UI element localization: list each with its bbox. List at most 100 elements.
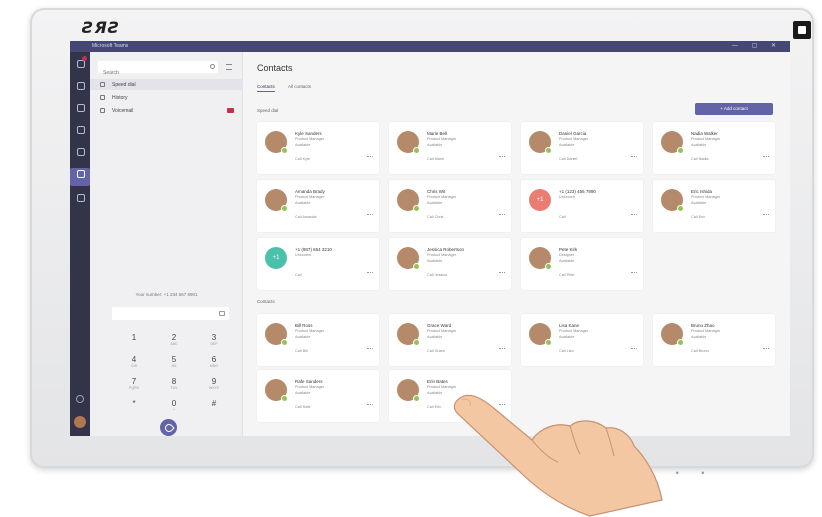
photo-stage: ƧЯƧ • • • Microsoft Teams — ▢ ✕ Search S… [0, 0, 822, 517]
call-link[interactable]: Call Daniel [559, 157, 577, 161]
files-icon[interactable] [74, 146, 86, 158]
call-link[interactable]: Call [295, 273, 302, 277]
contact-name: Jessica Robertson [427, 247, 465, 252]
call-link[interactable]: Call Eric [691, 215, 705, 219]
contact-card[interactable]: Lisa Kane Product Manager Available Call Li… [521, 314, 643, 366]
key-4[interactable]: 4 GHI [123, 355, 145, 375]
contact-card[interactable]: Daniel Garcia Product Manager Available Cal… [521, 122, 643, 174]
call-link[interactable]: Call Amanda [295, 215, 317, 219]
presence-icon [281, 205, 288, 212]
page-title: Contacts [257, 63, 293, 73]
more-options-icon[interactable] [499, 156, 505, 159]
key-9[interactable]: 9 WXYZ [203, 377, 225, 397]
call-link[interactable]: Call Kyle [295, 157, 310, 161]
more-options-icon[interactable] [367, 214, 373, 217]
call-link[interactable]: Call Nadia [691, 157, 709, 161]
search-icon[interactable] [210, 64, 215, 69]
contact-status: Available [427, 335, 443, 339]
more-options-icon[interactable] [367, 272, 373, 275]
more-options-icon[interactable] [367, 348, 373, 351]
contact-card[interactable]: Eric Ishida Product Manager Available Call … [653, 180, 775, 232]
contact-role: Product Manager [295, 195, 325, 199]
key-7[interactable]: 7 PQRS [123, 377, 145, 397]
dial-number-field[interactable] [112, 307, 229, 326]
more-options-icon[interactable] [631, 272, 637, 275]
call-link[interactable]: Call Lisa [559, 349, 574, 353]
tab-all-contacts[interactable]: All contacts [288, 84, 311, 91]
presence-icon [281, 395, 288, 402]
window-controls[interactable]: — ▢ ✕ [732, 42, 782, 49]
search-box[interactable] [98, 61, 218, 79]
contact-role: Product Manager [691, 195, 721, 199]
calendar-icon[interactable] [74, 124, 86, 136]
key-star[interactable]: * [123, 399, 145, 419]
call-link[interactable]: Call Pete [559, 273, 574, 277]
contact-card[interactable]: Grace Ward Product Manager Available Call G… [389, 314, 511, 366]
teams-icon[interactable] [74, 102, 86, 114]
call-button[interactable] [160, 419, 177, 436]
user-avatar[interactable] [74, 416, 86, 428]
contact-card[interactable]: +1 +1 (123) 456 7890 Unknown Call [521, 180, 643, 232]
contact-card[interactable]: Bruno Zhao Product Manager Available Call B… [653, 314, 775, 366]
call-link[interactable]: Call Chris [427, 215, 443, 219]
activity-icon[interactable] [74, 56, 87, 70]
contact-role: Product Manager [427, 195, 457, 199]
more-options-icon[interactable] [631, 348, 637, 351]
more-options-icon[interactable] [499, 348, 505, 351]
more-options-icon[interactable] [631, 214, 637, 217]
contact-card[interactable]: Jessica Robertson Product Manager Availabl… [389, 238, 511, 290]
more-options-icon[interactable] [367, 404, 373, 407]
more-options-icon[interactable] [499, 214, 505, 217]
contact-card[interactable]: Rafe Sanders Product Manager Available Call… [257, 370, 379, 422]
key-5[interactable]: 5 JKL [163, 355, 185, 375]
key-3[interactable]: 3 DEF [203, 333, 225, 353]
calls-icon[interactable] [70, 168, 90, 186]
key-6[interactable]: 6 MNO [203, 355, 225, 375]
contact-card[interactable]: Bill Ross Product Manager Available Call Bi… [257, 314, 379, 366]
more-options-icon[interactable] [367, 156, 373, 159]
add-contact-button[interactable]: + Add contact [695, 103, 773, 115]
call-link[interactable]: Call Grace [427, 349, 445, 353]
contact-card[interactable]: Chris Wit Product Manager Available Call Ch… [389, 180, 511, 232]
search-input[interactable] [98, 67, 218, 79]
call-link[interactable]: Call [559, 215, 566, 219]
help-icon[interactable] [76, 395, 84, 403]
contact-card[interactable]: Amanda Brady Product Manager Available Call… [257, 180, 379, 232]
contact-role: Product Manager [691, 137, 721, 141]
key-0[interactable]: 0 + [163, 399, 185, 419]
call-link[interactable]: Call Bruno [691, 349, 709, 353]
nav-speed-dial[interactable]: Speed dial [90, 79, 243, 90]
more-options-icon[interactable] [631, 156, 637, 159]
contact-card[interactable]: Pete Kirk Designer Available Call Pete [521, 238, 643, 290]
contact-card[interactable]: Nadia Walker Product Manager Available Call… [653, 122, 775, 174]
backspace-icon[interactable] [219, 311, 225, 316]
tab-strip: Contacts All contacts [257, 84, 323, 92]
more-options-icon[interactable] [763, 156, 769, 159]
contact-card[interactable]: +1 +1 (987) 654 3210 Unknown Call [257, 238, 379, 290]
tab-contacts[interactable]: Contacts [257, 84, 275, 92]
call-link[interactable]: Call Rafe [295, 405, 311, 409]
filter-icon[interactable] [226, 64, 232, 70]
key-hash[interactable]: # [203, 399, 225, 419]
call-link[interactable]: Call Jessica [427, 273, 447, 277]
contact-role: Product Manager [427, 137, 457, 141]
chat-icon[interactable] [74, 80, 86, 92]
call-link[interactable]: Call Bill [295, 349, 308, 353]
contact-name: Marie Bell [427, 131, 448, 136]
nav-history[interactable]: History [90, 92, 243, 103]
app-rail [70, 52, 90, 436]
contact-status: Available [691, 143, 707, 147]
more-options-icon[interactable] [763, 348, 769, 351]
key-2[interactable]: 2 ABC [163, 333, 185, 353]
key-8[interactable]: 8 TUV [163, 377, 185, 397]
contact-card[interactable]: Marie Bell Product Manager Available Call M… [389, 122, 511, 174]
apps-icon[interactable] [74, 192, 86, 204]
call-link[interactable]: Call Marie [427, 157, 444, 161]
nav-voicemail[interactable]: Voicemail [90, 105, 243, 116]
camera-icon [793, 21, 811, 39]
key-1[interactable]: 1 [123, 333, 145, 353]
dial-input[interactable] [112, 312, 229, 326]
more-options-icon[interactable] [499, 272, 505, 275]
more-options-icon[interactable] [763, 214, 769, 217]
contact-card[interactable]: Kyle Sanders Product Manager Available Call… [257, 122, 379, 174]
